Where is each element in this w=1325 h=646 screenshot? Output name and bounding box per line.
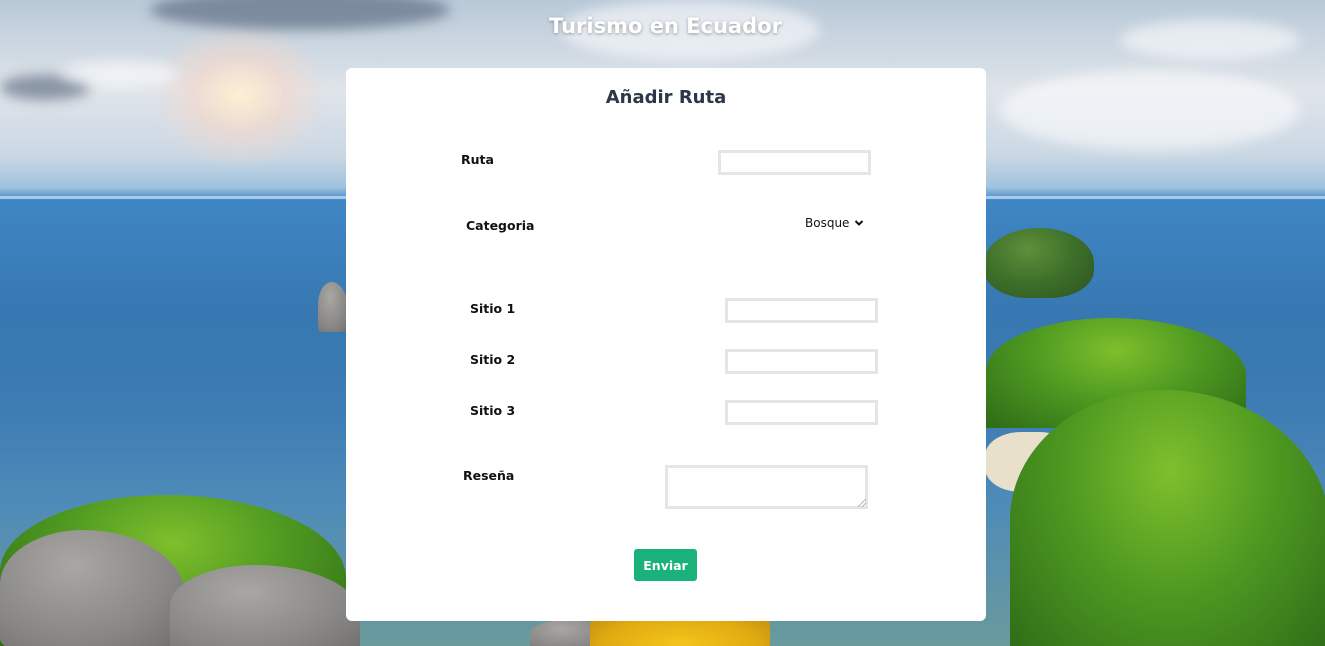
sun-glow (150, 20, 330, 170)
sitio2-label: Sitio 2 (470, 352, 516, 367)
resena-label: Reseña (463, 468, 515, 483)
cloud (1000, 70, 1300, 150)
sitio3-input[interactable] (725, 400, 878, 425)
resena-textarea[interactable] (665, 465, 868, 509)
sitio1-input[interactable] (725, 298, 878, 323)
chevron-down-icon (855, 220, 864, 226)
sitio1-label: Sitio 1 (470, 301, 516, 316)
submit-button[interactable]: Enviar (634, 549, 697, 581)
categoria-selected-value: Bosque (805, 216, 850, 230)
sitio2-input[interactable] (725, 349, 878, 374)
resize-handle-icon[interactable] (858, 499, 866, 507)
ruta-input[interactable] (718, 150, 871, 175)
form-title: Añadir Ruta (605, 87, 727, 108)
resena-textarea-wrapper (665, 465, 868, 509)
site-title: Turismo en Ecuador (549, 14, 782, 38)
trees (1010, 390, 1325, 646)
add-route-form: Añadir Ruta Ruta Categoria Bosque Sitio … (346, 68, 986, 621)
cloud (60, 60, 180, 88)
island (984, 228, 1094, 298)
categoria-label: Categoria (466, 218, 535, 233)
rocks (318, 282, 348, 332)
categoria-select[interactable]: Bosque (805, 216, 864, 230)
ruta-label: Ruta (461, 152, 494, 167)
sitio3-label: Sitio 3 (470, 403, 516, 418)
